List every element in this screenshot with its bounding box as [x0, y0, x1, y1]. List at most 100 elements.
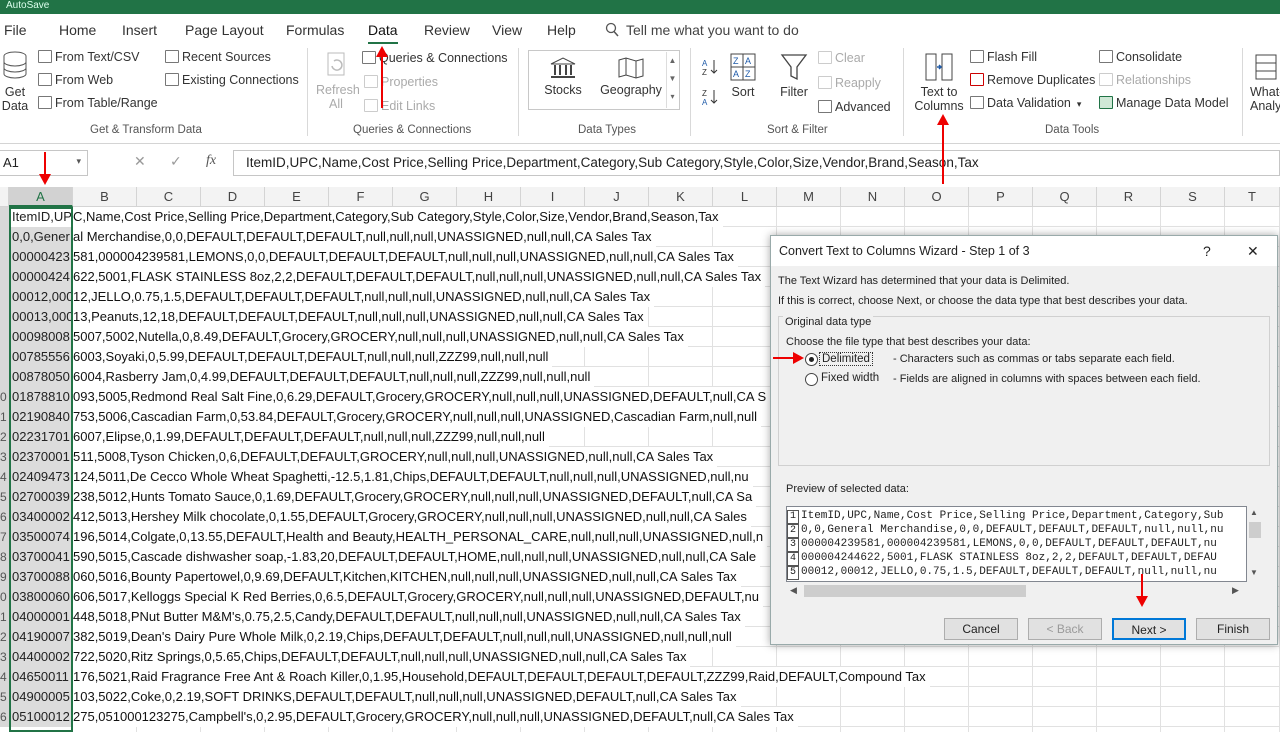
filter-button[interactable]: Filter [778, 52, 810, 99]
column-header-p[interactable]: P [969, 187, 1033, 207]
column-header-h[interactable]: H [457, 187, 521, 207]
tab-page-layout[interactable]: Page Layout [185, 22, 264, 38]
sort-az-button[interactable]: AZ [702, 58, 720, 80]
row-number[interactable]: 6 [0, 507, 9, 527]
preview-vertical-scrollbar[interactable]: ▲ ▼ [1247, 506, 1263, 582]
row-number[interactable]: 4 [0, 667, 9, 687]
tab-file[interactable]: File [4, 22, 27, 38]
column-header-c[interactable]: C [137, 187, 201, 207]
scroll-thumb[interactable] [1249, 522, 1261, 538]
formula-input[interactable]: ItemID,UPC,Name,Cost Price,Selling Price… [233, 150, 1280, 176]
tab-review[interactable]: Review [424, 22, 470, 38]
row-number[interactable]: 3 [0, 447, 9, 467]
column-header-d[interactable]: D [201, 187, 265, 207]
reapply-button[interactable]: Reapply [818, 76, 881, 90]
row-number[interactable] [0, 327, 9, 347]
column-header-b[interactable]: B [73, 187, 137, 207]
column-header-q[interactable]: Q [1033, 187, 1097, 207]
scroll-right-icon[interactable]: ▶ [1232, 585, 1239, 596]
column-header-a[interactable]: A [9, 187, 73, 207]
cell-a[interactable]: 05100012 [9, 707, 73, 727]
select-all-corner[interactable] [0, 187, 9, 207]
manage-data-model-button[interactable]: Manage Data Model [1099, 96, 1229, 110]
row-number[interactable] [0, 247, 9, 267]
row-number[interactable]: 0 [0, 387, 9, 407]
cell-a[interactable]: 02370001 [9, 447, 73, 467]
help-button[interactable]: ? [1203, 236, 1211, 266]
cancel-button[interactable]: Cancel [944, 618, 1018, 640]
scroll-left-icon[interactable]: ◀ [790, 585, 797, 596]
row-number[interactable]: 7 [0, 527, 9, 547]
cell-a[interactable]: 02231701 [9, 427, 73, 447]
row-number[interactable]: 0 [0, 587, 9, 607]
data-preview-box[interactable]: 1 ItemID,UPC,Name,Cost Price,Selling Pric… [786, 506, 1247, 582]
tab-home[interactable]: Home [59, 22, 96, 38]
cell-a[interactable]: 02190840 [9, 407, 73, 427]
column-header-k[interactable]: K [649, 187, 713, 207]
what-if-analysis-button[interactable]: What- Analy [1250, 52, 1280, 113]
column-header-r[interactable]: R [1097, 187, 1161, 207]
scroll-thumb[interactable] [804, 585, 1026, 597]
from-table-button[interactable]: From Table/Range [38, 96, 158, 110]
cell-a[interactable]: 03500074 [9, 527, 73, 547]
flash-fill-button[interactable]: Flash Fill [970, 50, 1037, 64]
fixed-width-radio[interactable] [805, 373, 818, 386]
clear-button[interactable]: Clear [818, 51, 865, 65]
column-header-t[interactable]: T [1225, 187, 1280, 207]
cell-a[interactable]: 03700041 [9, 547, 73, 567]
relationships-button[interactable]: Relationships [1099, 73, 1191, 87]
cell-a[interactable]: 02700039 [9, 487, 73, 507]
column-header-o[interactable]: O [905, 187, 969, 207]
row-number[interactable] [0, 207, 9, 227]
scroll-down-icon[interactable]: ▼ [1250, 568, 1258, 577]
tab-view[interactable]: View [492, 22, 522, 38]
finish-button[interactable]: Finish [1196, 618, 1270, 640]
cell-a[interactable]: 04000001 [9, 607, 73, 627]
text-to-columns-button[interactable]: Text to Columns [912, 52, 966, 113]
cell-a[interactable]: 00013,000 [9, 307, 73, 327]
column-header-l[interactable]: L [713, 187, 777, 207]
cell-a[interactable]: 04400002 [9, 647, 73, 667]
advanced-filter-button[interactable]: Advanced [818, 100, 891, 114]
edit-links-button[interactable]: Edit Links [364, 99, 435, 113]
row-number[interactable]: 3 [0, 647, 9, 667]
cell-a[interactable]: 03800060 [9, 587, 73, 607]
row-number[interactable] [0, 287, 9, 307]
refresh-all-button[interactable]: Refresh All [316, 50, 360, 111]
tab-help[interactable]: Help [547, 22, 576, 38]
column-header-n[interactable]: N [841, 187, 905, 207]
row-number[interactable]: 4 [0, 467, 9, 487]
confirm-entry-icon[interactable]: ✓ [170, 153, 182, 170]
sort-button[interactable]: ZAAZ Sort [728, 52, 758, 99]
delimited-radio[interactable] [805, 353, 818, 366]
tab-formulas[interactable]: Formulas [286, 22, 344, 38]
close-icon[interactable]: ✕ [1247, 236, 1259, 266]
column-header-s[interactable]: S [1161, 187, 1225, 207]
row-number[interactable]: 8 [0, 547, 9, 567]
row-number[interactable]: 1 [0, 607, 9, 627]
preview-horizontal-scrollbar[interactable]: ◀ ▶ [786, 582, 1247, 600]
cell-a[interactable]: 03400002 [9, 507, 73, 527]
row-number[interactable]: 2 [0, 427, 9, 447]
row-number[interactable]: 9 [0, 567, 9, 587]
row-number[interactable]: 5 [0, 687, 9, 707]
column-header-j[interactable]: J [585, 187, 649, 207]
row-number[interactable]: 6 [0, 707, 9, 727]
gallery-scroll[interactable]: ▲ ▼ ▾ [666, 52, 678, 108]
delimited-label[interactable]: Delimited [819, 352, 873, 366]
cell-a[interactable]: 04190007 [9, 627, 73, 647]
sort-za-button[interactable]: ZA [702, 88, 720, 109]
cell-a[interactable]: 00000423 [9, 247, 73, 267]
get-data-button[interactable]: Get Data [0, 50, 30, 113]
from-web-button[interactable]: From Web [38, 73, 113, 87]
cell-a[interactable]: 04650011 [9, 667, 73, 687]
tab-data[interactable]: Data [368, 22, 398, 45]
back-button[interactable]: < Back [1028, 618, 1102, 640]
cell-a[interactable]: ItemID,UP [9, 207, 73, 227]
cell-a[interactable]: 00000424 [9, 267, 73, 287]
tab-insert[interactable]: Insert [122, 22, 157, 38]
fixed-width-label[interactable]: Fixed width [821, 372, 879, 384]
column-header-g[interactable]: G [393, 187, 457, 207]
cell-a[interactable]: 04900005 [9, 687, 73, 707]
data-validation-button[interactable]: Data Validation ▾ [970, 96, 1081, 110]
